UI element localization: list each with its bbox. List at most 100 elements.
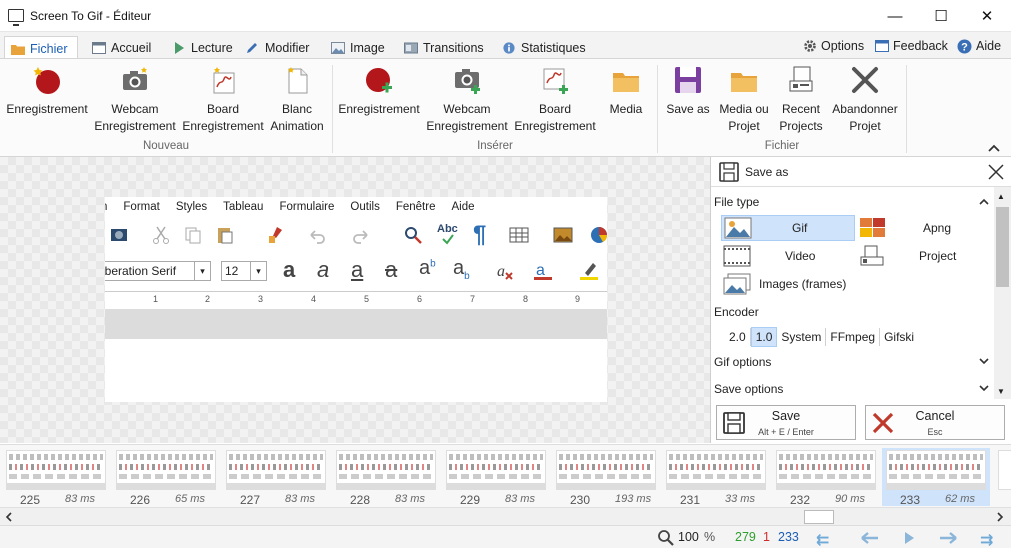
collapse-ribbon-chevron-up-icon[interactable] [987,143,1001,153]
tab-lecture[interactable]: Lecture [166,36,239,59]
blank-page-icon [282,65,312,95]
maximize-button[interactable]: ☐ [918,0,964,32]
frame-thumbnail[interactable]: 225 83 ms [2,448,106,507]
new-recording-button[interactable]: Enregistrement [2,63,92,118]
info-icon [503,41,515,54]
help-button[interactable]: ? Aide [957,36,1001,56]
panel-header: Save as [711,157,1011,187]
window-title: Screen To Gif - Éditeur [30,9,152,23]
load-media-or-project-button[interactable]: Media ou Projet [714,63,774,135]
frame-thumbnail-selected[interactable]: 233 62 ms [882,448,990,507]
scrollbar-thumb[interactable] [804,510,834,524]
frame-image [6,450,106,490]
insert-board-recording-button[interactable]: Board Enregistrement [512,63,598,135]
frame-thumbnail[interactable]: 232 90 ms [772,448,876,507]
feedback-button[interactable]: Feedback [875,36,948,56]
video-film-icon [723,245,751,267]
file-type-project[interactable]: Project [857,243,991,269]
encoder-1-0[interactable]: 1.0 [750,327,778,347]
frame-thumbnail[interactable]: 231 33 ms [662,448,766,507]
underline-icon: a [351,257,364,282]
folder-icon [11,44,25,55]
project-file-icon [860,245,884,266]
tab-statistiques[interactable]: Statistiques [496,36,592,59]
screentogif-app-icon [8,9,24,26]
new-blank-animation-button[interactable]: Blanc Animation [266,63,328,135]
collapse-chevron-up-icon[interactable] [979,198,989,206]
redo-icon [353,230,368,244]
tab-modifier[interactable]: Modifier [240,36,315,59]
zoom-value[interactable]: 100 [678,530,699,544]
next-frame-arrow-icon[interactable] [938,531,958,545]
frame-image [336,450,436,490]
scroll-left-icon[interactable] [5,512,13,522]
play-icon[interactable] [902,531,916,545]
save-options-toggle[interactable]: Save options [714,382,783,396]
frame-thumbnail[interactable]: 228 83 ms [332,448,436,507]
minimize-button[interactable]: — [872,0,918,32]
save-as-button[interactable]: Save as [662,63,714,118]
tab-accueil[interactable]: Accueil [86,36,157,59]
save-button[interactable]: Save Alt + E / Enter [716,405,856,440]
encoder-label: Encoder [714,305,759,319]
highlight-icon [580,263,598,280]
selected-frames-count: 1 [763,530,770,544]
gif-options-toggle[interactable]: Gif options [714,355,771,369]
font-name-box: iberation Serif ▾ [105,261,211,281]
apng-image-icon [860,218,885,237]
frame-thumbnail-partial[interactable] [994,448,1011,506]
status-bar: 100 % 279 1 233 ⇇ ⇉ [0,525,1011,548]
tab-transitions[interactable]: Transitions [398,36,490,59]
paste-icon [218,228,233,244]
file-type-apng[interactable]: Apng [857,215,991,241]
frame-thumbnail[interactable]: 229 83 ms [442,448,546,507]
chevron-down-icon[interactable] [979,357,989,365]
encoder-system[interactable]: System [777,328,827,346]
encoder-2-0[interactable]: 2.0 [725,328,751,346]
file-type-video[interactable]: Video [721,243,855,269]
current-frame: 233 [778,530,799,544]
panel-scrollbar[interactable]: ▲ ▼ [994,187,1011,399]
frame-canvas[interactable]: n Format Styles Tableau Formulaire Outil… [0,157,710,443]
last-frame-button[interactable]: ⇉ [980,530,993,548]
frame-thumbnail[interactable]: 226 65 ms [112,448,216,507]
frame-thumbnail[interactable]: 230 193 ms [552,448,656,507]
insert-webcam-recording-button[interactable]: Webcam Enregistrement [424,63,510,135]
insert-recording-button[interactable]: Enregistrement [334,63,424,118]
total-frames: 279 [735,530,756,544]
italic-icon: a [317,257,330,282]
previous-frame-arrow-icon[interactable] [860,531,880,545]
panel-title: Save as [745,164,789,179]
tab-image[interactable]: Image [325,36,391,59]
close-window-button[interactable]: ✕ [964,0,1010,32]
file-type-gif[interactable]: Gif [721,215,855,241]
scroll-right-icon[interactable] [996,512,1004,522]
new-board-recording-button[interactable]: Board Enregistrement [180,63,266,135]
open-folder-icon [729,65,759,95]
discard-project-button[interactable]: Abandonner Projet [828,63,902,135]
chevron-down-icon[interactable] [979,384,989,392]
frame-strip-scrollbar[interactable] [0,507,1011,525]
frame-thumbnail[interactable]: 227 83 ms [222,448,326,507]
cancel-button[interactable]: Cancel Esc [865,405,1005,440]
zoom-magnifier-icon [658,530,674,546]
save-disk-icon [673,65,703,95]
first-frame-button[interactable]: ⇇ [816,530,829,548]
feedback-window-icon [875,40,889,52]
file-type-images-frames[interactable]: Images (frames) [721,271,901,297]
print-preview-icon [111,229,127,241]
close-panel-icon[interactable] [988,164,1004,180]
insert-chart-icon [591,227,607,243]
options-button[interactable]: Options [803,36,864,56]
new-webcam-recording-button[interactable]: Webcam Enregistrement [92,63,178,135]
table-icon [509,227,529,243]
spellcheck-check-icon [442,234,454,245]
tab-fichier[interactable]: Fichier [4,36,78,60]
subscript-icon: ab [453,257,470,282]
encoder-gifski[interactable]: Gifski [880,328,918,346]
preview-menubar: n Format Styles Tableau Formulaire Outil… [105,201,475,213]
bold-icon: a [283,257,296,282]
insert-media-button[interactable]: Media [600,63,652,118]
recent-projects-button[interactable]: Recent Projects [774,63,828,135]
encoder-ffmpeg[interactable]: FFmpeg [826,328,881,346]
